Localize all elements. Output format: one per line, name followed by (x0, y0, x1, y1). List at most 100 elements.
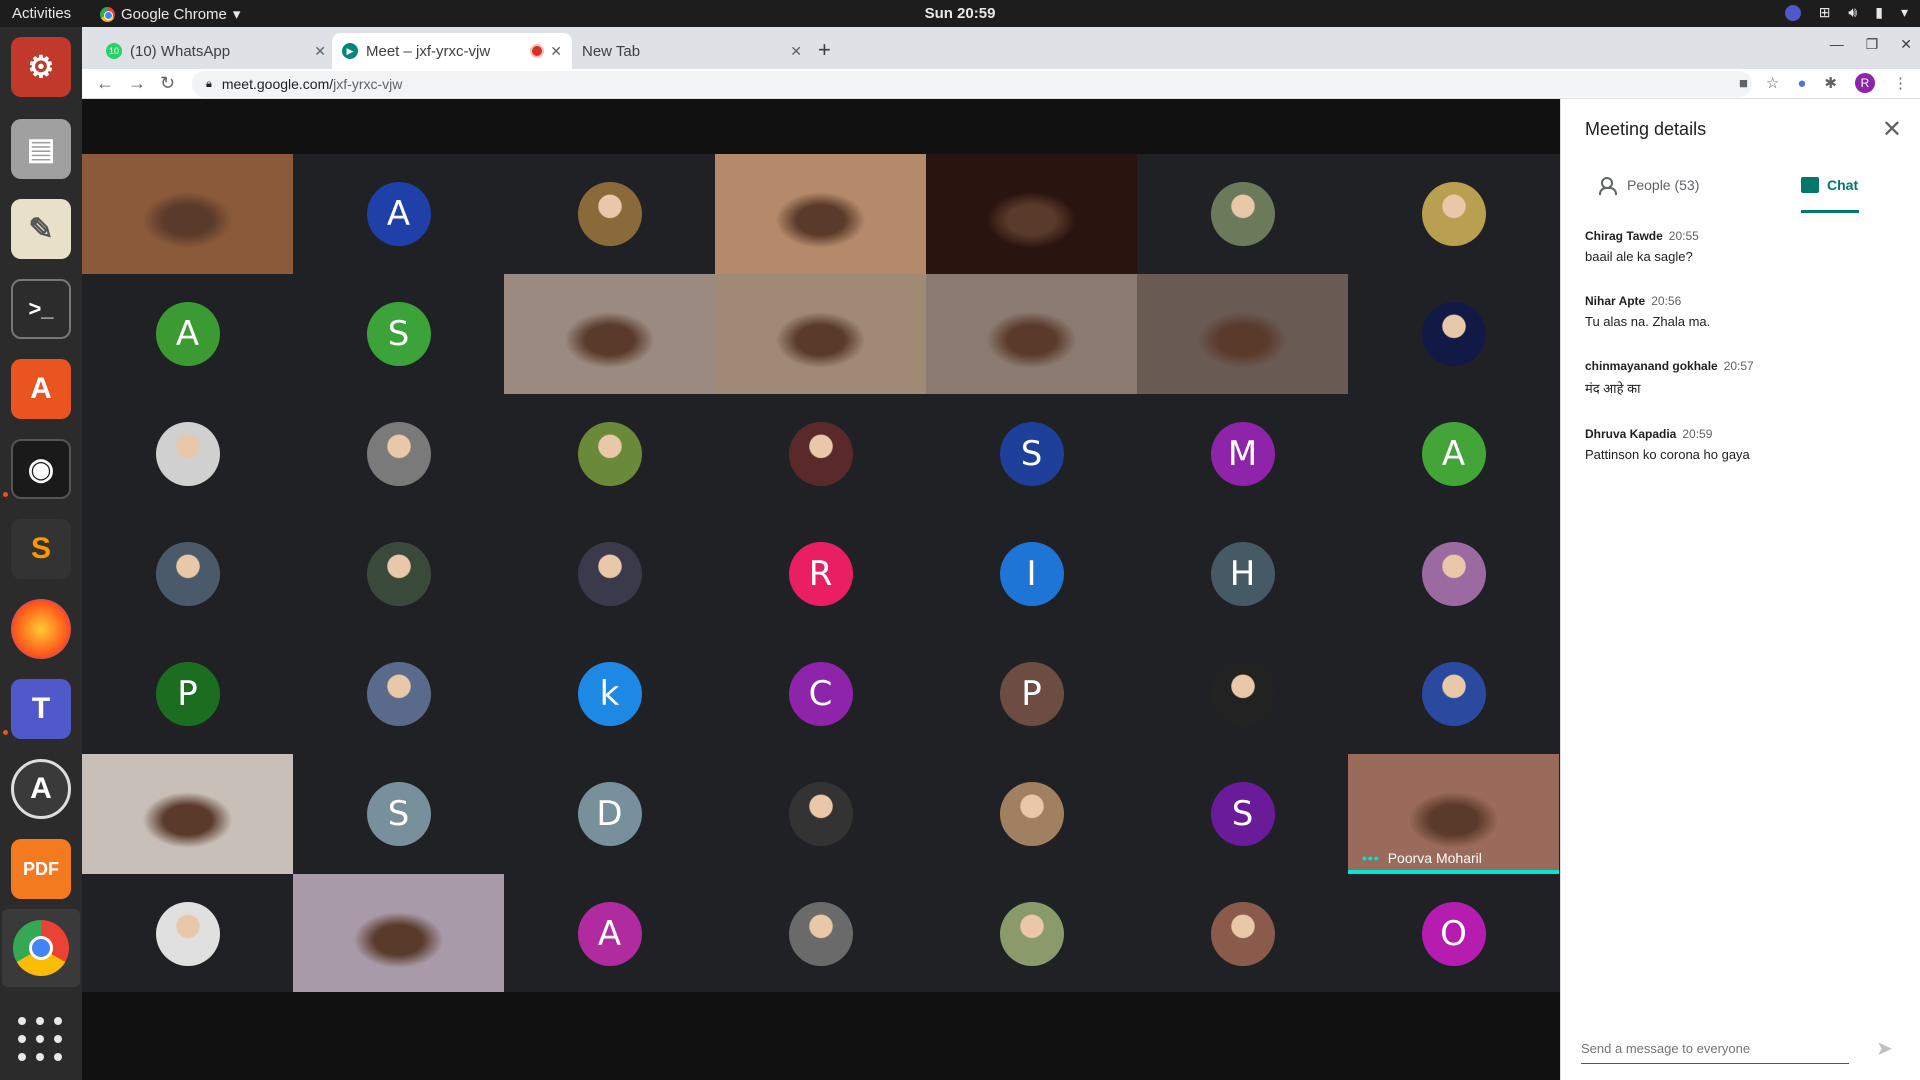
volume-icon[interactable]: 🔊︎ (1848, 4, 1857, 21)
participant-tile[interactable] (1348, 634, 1559, 754)
restore-icon[interactable]: ❐ (1866, 36, 1879, 53)
participant-tile[interactable] (293, 394, 504, 514)
participant-tile[interactable] (926, 274, 1137, 394)
participant-tile[interactable]: S (926, 394, 1137, 514)
extension-globe-icon[interactable]: ● (1797, 75, 1806, 92)
activities-button[interactable]: Activities (12, 5, 71, 22)
profile-avatar[interactable]: R (1855, 73, 1875, 93)
close-icon[interactable]: ✕ (1882, 115, 1902, 144)
bookmark-star-icon[interactable]: ☆ (1766, 74, 1779, 92)
participant-tile[interactable] (1137, 154, 1348, 274)
back-icon[interactable]: ← (96, 73, 114, 94)
new-tab-button[interactable]: + (818, 37, 831, 63)
close-icon[interactable]: ✕ (790, 43, 802, 60)
participant-tile[interactable]: A (293, 154, 504, 274)
participant-tile[interactable]: S (293, 274, 504, 394)
participant-tile[interactable] (82, 394, 293, 514)
chat-message-input[interactable] (1581, 1034, 1849, 1064)
tab-people[interactable]: People (53) (1599, 177, 1699, 213)
participant-tile[interactable]: S (1137, 754, 1348, 874)
participant-tile[interactable]: A (82, 274, 293, 394)
participant-tile[interactable] (715, 874, 926, 994)
close-icon[interactable]: ✕ (314, 43, 326, 60)
close-window-icon[interactable]: ✕ (1900, 36, 1912, 53)
app-menu[interactable]: Google Chrome ▾ (100, 5, 240, 23)
system-tray[interactable]: ⊞ 🔊︎ ▮ ▾ (1784, 4, 1908, 21)
teams-icon[interactable]: T (11, 679, 71, 739)
participant-tile[interactable] (926, 874, 1137, 994)
participant-tile[interactable] (293, 634, 504, 754)
network-icon[interactable]: ⊞ (1819, 4, 1831, 21)
show-applications-button[interactable] (18, 1017, 64, 1063)
participant-tile[interactable]: R (715, 514, 926, 634)
text-editor-icon[interactable]: ✎ (11, 199, 71, 259)
participant-tile[interactable] (1137, 634, 1348, 754)
participant-tile[interactable] (293, 874, 504, 994)
participant-tile[interactable]: A (504, 874, 715, 994)
reload-icon[interactable]: ↻ (160, 73, 175, 94)
participant-tile[interactable]: k (504, 634, 715, 754)
participant-tile[interactable] (926, 154, 1137, 274)
chrome-dock-slot[interactable] (2, 909, 80, 987)
participant-tile[interactable]: M (1137, 394, 1348, 514)
participant-tile[interactable] (1348, 514, 1559, 634)
close-icon[interactable]: ✕ (550, 43, 562, 60)
participant-tile[interactable]: D (504, 754, 715, 874)
participant-tile[interactable] (1348, 154, 1559, 274)
minimize-icon[interactable]: — (1830, 36, 1844, 53)
participant-tile[interactable]: C (715, 634, 926, 754)
tab-whatsapp[interactable]: 10 (10) WhatsApp ✕ (96, 33, 336, 69)
teams-tray-icon[interactable] (1784, 4, 1801, 21)
participant-tile[interactable]: P (82, 634, 293, 754)
participant-tile[interactable]: A (1348, 394, 1559, 514)
participant-tile[interactable] (715, 394, 926, 514)
message-text: मंद आहे का (1585, 381, 1641, 396)
firefox-icon[interactable] (11, 599, 71, 659)
participant-tile[interactable] (715, 754, 926, 874)
battery-icon[interactable]: ▮ (1875, 4, 1883, 21)
participant-tile[interactable]: H (1137, 514, 1348, 634)
sublime-icon[interactable]: S (11, 519, 71, 579)
participant-tile[interactable]: P (926, 634, 1137, 754)
send-icon[interactable]: ➤ (1876, 1036, 1893, 1061)
menu-icon[interactable]: ⋮ (1893, 74, 1908, 92)
tab-new-tab[interactable]: New Tab ✕ (572, 33, 812, 69)
participant-tile[interactable]: S (293, 754, 504, 874)
safe-icon[interactable]: ◉ (11, 439, 71, 499)
participant-tile[interactable] (1137, 874, 1348, 994)
tab-meet[interactable]: ▶ Meet – jxf-yrxc-vjw ✕ (332, 33, 572, 69)
camera-icon[interactable]: ■ (1739, 75, 1748, 92)
pdf-icon[interactable]: PDF (11, 839, 71, 899)
participant-tile[interactable]: ••• Poorva Moharil (1348, 754, 1559, 874)
updater-icon[interactable]: A (11, 759, 71, 819)
power-menu-icon[interactable]: ▾ (1901, 4, 1908, 21)
files-icon[interactable]: ▤ (11, 119, 71, 179)
participant-tile[interactable]: O (1348, 874, 1559, 994)
participant-tile[interactable]: I (926, 514, 1137, 634)
participant-tile[interactable] (1348, 274, 1559, 394)
forward-icon[interactable]: → (128, 73, 146, 94)
participant-tile[interactable] (504, 514, 715, 634)
clock[interactable]: Sun 20:59 (925, 5, 996, 22)
software-icon[interactable]: A (11, 359, 71, 419)
terminal-icon[interactable]: >_ (11, 279, 71, 339)
participant-tile[interactable] (926, 754, 1137, 874)
participant-tile[interactable] (293, 514, 504, 634)
participant-tile[interactable] (82, 754, 293, 874)
avatar-photo (155, 542, 220, 606)
participant-tile[interactable] (715, 274, 926, 394)
participant-tile[interactable] (82, 874, 293, 994)
message-sender: chinmayanand gokhale (1585, 359, 1718, 373)
participant-tile[interactable] (82, 154, 293, 274)
participant-tile[interactable] (1137, 274, 1348, 394)
video-feed (926, 154, 1137, 274)
participant-tile[interactable] (504, 154, 715, 274)
settings-icon[interactable]: ⚙ (11, 37, 71, 97)
participant-tile[interactable] (504, 274, 715, 394)
participant-tile[interactable] (82, 514, 293, 634)
participant-tile[interactable] (715, 154, 926, 274)
participant-tile[interactable] (504, 394, 715, 514)
tab-chat[interactable]: Chat (1801, 177, 1859, 213)
extensions-puzzle-icon[interactable]: ✱ (1824, 74, 1837, 92)
address-bar[interactable]: 🔒︎ meet.google.com/jxf-yrxc-vjw (192, 71, 1752, 97)
